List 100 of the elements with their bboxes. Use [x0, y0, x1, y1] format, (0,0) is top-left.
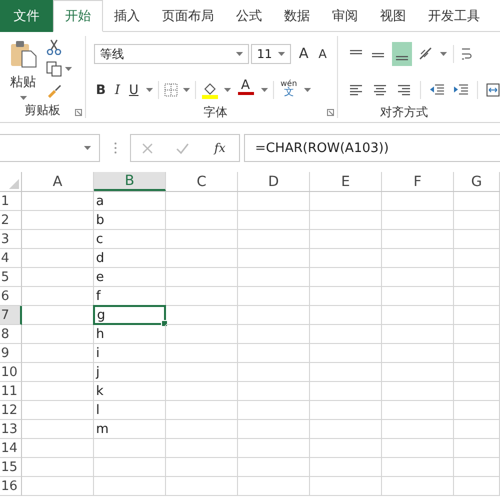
- underline-button[interactable]: U: [126, 79, 140, 101]
- table-cell[interactable]: [310, 268, 382, 287]
- table-cell[interactable]: [454, 439, 500, 458]
- table-cell[interactable]: [454, 401, 500, 420]
- select-all-icon[interactable]: [9, 179, 19, 189]
- row-header[interactable]: 12: [0, 401, 22, 420]
- table-cell[interactable]: [166, 268, 238, 287]
- table-cell[interactable]: [454, 382, 500, 401]
- table-cell[interactable]: [454, 325, 500, 344]
- row-header[interactable]: 9: [0, 344, 22, 363]
- table-cell[interactable]: [310, 439, 382, 458]
- table-cell[interactable]: [238, 306, 310, 325]
- table-cell[interactable]: [238, 363, 310, 382]
- brush-icon[interactable]: [46, 83, 62, 99]
- column-header[interactable]: G: [454, 172, 500, 191]
- ribbon-tab[interactable]: 公式: [225, 0, 273, 32]
- table-cell[interactable]: [310, 287, 382, 306]
- table-cell[interactable]: [382, 344, 454, 363]
- table-cell[interactable]: [22, 268, 94, 287]
- caret-icon[interactable]: [182, 88, 190, 92]
- table-cell[interactable]: d: [94, 249, 166, 268]
- table-cell[interactable]: [454, 230, 500, 249]
- table-cell[interactable]: [310, 344, 382, 363]
- table-cell[interactable]: i: [94, 344, 166, 363]
- font-size-field[interactable]: 11: [250, 44, 291, 64]
- row-header[interactable]: 7: [0, 306, 22, 325]
- table-cell[interactable]: [454, 363, 500, 382]
- table-cell[interactable]: l: [94, 401, 166, 420]
- table-cell[interactable]: [454, 477, 500, 496]
- ribbon-tab[interactable]: 数据: [273, 0, 321, 32]
- table-cell[interactable]: f: [94, 287, 166, 306]
- caret-icon[interactable]: [236, 52, 243, 56]
- table-cell[interactable]: [310, 325, 382, 344]
- table-cell[interactable]: [238, 192, 310, 211]
- table-cell[interactable]: [310, 363, 382, 382]
- table-cell[interactable]: [238, 458, 310, 477]
- caret-icon[interactable]: [260, 88, 268, 92]
- active-cell[interactable]: g: [93, 305, 166, 325]
- table-cell[interactable]: [454, 268, 500, 287]
- table-cell[interactable]: [382, 287, 454, 306]
- caret-icon[interactable]: [278, 52, 285, 56]
- borders-icon[interactable]: [164, 83, 178, 97]
- table-cell[interactable]: [310, 458, 382, 477]
- table-cell[interactable]: [22, 420, 94, 439]
- row-header[interactable]: 2: [0, 211, 22, 230]
- phonetic-button[interactable]: wén 文: [278, 79, 300, 101]
- row-header[interactable]: 13: [0, 420, 22, 439]
- table-cell[interactable]: [238, 401, 310, 420]
- table-cell[interactable]: [382, 439, 454, 458]
- align-center-icon[interactable]: [372, 83, 388, 97]
- bold-button[interactable]: B: [94, 79, 108, 101]
- table-cell[interactable]: [310, 230, 382, 249]
- table-cell[interactable]: [238, 287, 310, 306]
- caret-icon[interactable]: [224, 88, 230, 92]
- fill-handle[interactable]: [161, 320, 168, 327]
- table-cell[interactable]: [454, 458, 500, 477]
- insert-function-button[interactable]: fx: [212, 137, 228, 159]
- table-cell[interactable]: [238, 268, 310, 287]
- font-name-field[interactable]: 等线: [94, 44, 249, 64]
- table-cell[interactable]: [166, 192, 238, 211]
- table-cell[interactable]: [22, 401, 94, 420]
- table-cell[interactable]: [22, 382, 94, 401]
- table-cell[interactable]: [238, 439, 310, 458]
- table-cell[interactable]: [166, 287, 238, 306]
- table-cell[interactable]: [382, 420, 454, 439]
- ribbon-tab[interactable]: 开发工具: [417, 0, 491, 32]
- table-cell[interactable]: [22, 458, 94, 477]
- table-cell[interactable]: [22, 439, 94, 458]
- launcher-icon[interactable]: [74, 109, 82, 116]
- table-cell[interactable]: k: [94, 382, 166, 401]
- launcher-icon[interactable]: [327, 109, 334, 116]
- table-cell[interactable]: [454, 249, 500, 268]
- row-header[interactable]: 10: [0, 363, 22, 382]
- orientation-icon[interactable]: [418, 46, 434, 62]
- caret-icon[interactable]: [440, 52, 447, 56]
- table-cell[interactable]: [22, 325, 94, 344]
- table-cell[interactable]: h: [94, 325, 166, 344]
- table-cell[interactable]: b: [94, 211, 166, 230]
- table-cell[interactable]: [310, 420, 382, 439]
- table-cell[interactable]: a: [94, 192, 166, 211]
- wrap-text-icon[interactable]: [460, 46, 472, 62]
- row-header[interactable]: 16: [0, 477, 22, 496]
- row-header[interactable]: 5: [0, 268, 22, 287]
- table-cell[interactable]: [382, 230, 454, 249]
- table-cell[interactable]: j: [94, 363, 166, 382]
- align-left-icon[interactable]: [348, 83, 364, 97]
- table-cell[interactable]: [454, 344, 500, 363]
- table-cell[interactable]: [22, 211, 94, 230]
- formula-field[interactable]: =CHAR(ROW(A103)): [244, 134, 500, 162]
- row-header[interactable]: 4: [0, 249, 22, 268]
- table-cell[interactable]: [310, 249, 382, 268]
- column-header[interactable]: B: [94, 172, 166, 191]
- table-cell[interactable]: [382, 325, 454, 344]
- merge-cells-icon[interactable]: [486, 83, 500, 97]
- table-cell[interactable]: [238, 477, 310, 496]
- table-cell[interactable]: [382, 306, 454, 325]
- table-cell[interactable]: [382, 249, 454, 268]
- shrink-font-button[interactable]: A: [316, 43, 329, 65]
- table-cell[interactable]: [382, 477, 454, 496]
- caret-icon[interactable]: [65, 67, 72, 71]
